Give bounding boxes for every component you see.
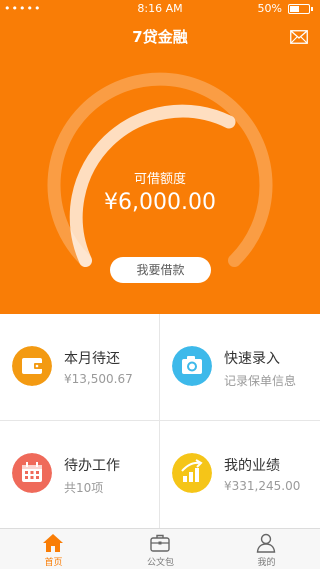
tab-bar: 首页 公文包 我的 — [0, 528, 320, 569]
tab-home[interactable]: 首页 — [0, 529, 107, 569]
calendar-icon — [12, 453, 52, 493]
user-icon — [256, 533, 276, 553]
wallet-icon — [12, 346, 52, 386]
todo-count: 共10项 — [64, 481, 104, 495]
quick-entry-title: 快速录入 — [224, 351, 280, 367]
tab-briefcase[interactable]: 公文包 — [107, 529, 214, 569]
mail-icon[interactable] — [290, 30, 308, 44]
repayment-title: 本月待还 — [64, 351, 120, 367]
repayment-card[interactable]: 本月待还 ¥13,500.67 — [0, 314, 160, 421]
app-title: 7贷金融 — [132, 28, 188, 46]
quick-entry-subtitle: 记录保单信息 — [224, 374, 297, 388]
home-icon — [43, 534, 63, 552]
credit-limit-amount: ¥6,000.00 — [104, 190, 216, 215]
borrow-button[interactable]: 我要借款 — [110, 257, 211, 283]
performance-amount: ¥331,245.00 — [224, 479, 301, 493]
performance-card[interactable]: 我的业绩 ¥331,245.00 — [160, 421, 320, 528]
tab-briefcase-label: 公文包 — [146, 558, 174, 568]
repayment-amount: ¥13,500.67 — [64, 372, 133, 386]
tab-profile[interactable]: 我的 — [213, 529, 320, 569]
credit-limit-label: 可借额度 — [133, 172, 186, 187]
tab-home-label: 首页 — [44, 558, 63, 568]
briefcase-icon — [150, 534, 170, 552]
growth-chart-icon — [172, 453, 212, 493]
tab-profile-label: 我的 — [257, 558, 276, 568]
quick-entry-card[interactable]: 快速录入 记录保单信息 — [160, 314, 320, 421]
feature-grid: 本月待还 ¥13,500.67 快速录入 记录保单信息 待办工作 共10项 我的… — [0, 314, 320, 528]
todo-card[interactable]: 待办工作 共10项 — [0, 421, 160, 528]
performance-title: 我的业绩 — [224, 458, 280, 474]
camera-icon — [172, 346, 212, 386]
todo-title: 待办工作 — [64, 458, 120, 474]
